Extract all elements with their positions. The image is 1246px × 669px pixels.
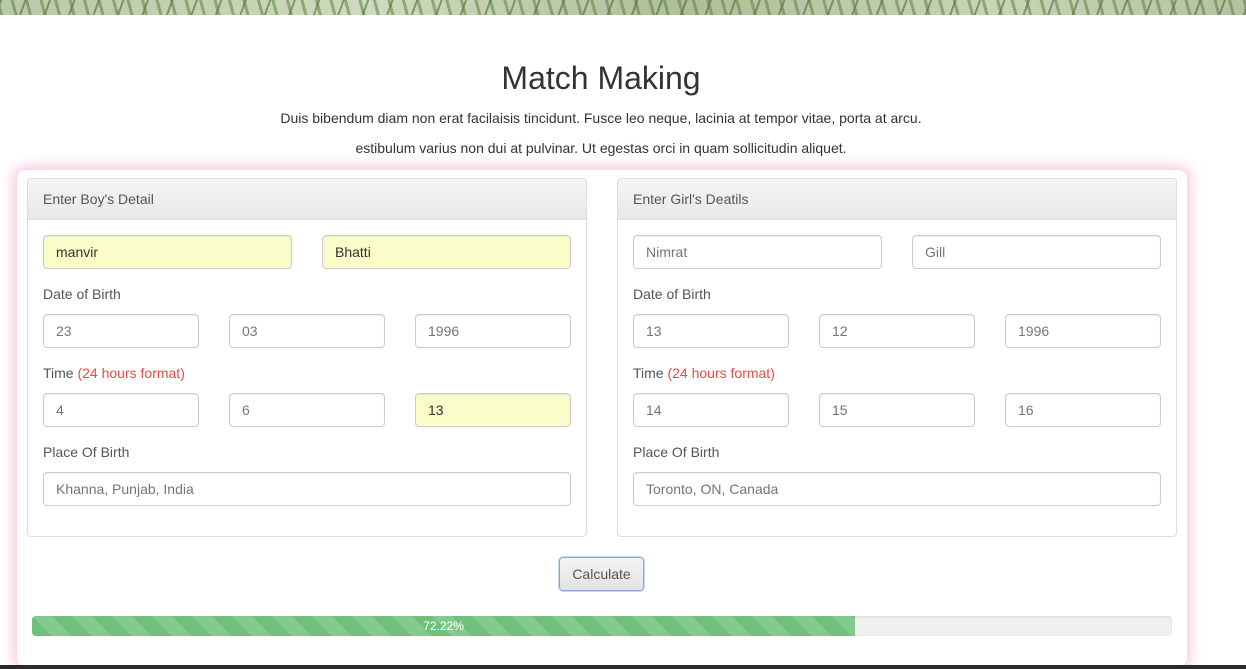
girl-dob-year-input[interactable] <box>1005 314 1161 348</box>
bottom-edge-strip <box>0 665 1246 669</box>
boy-time-minute-input[interactable] <box>229 393 385 427</box>
boy-details-panel: Enter Boy's Detail Date of Birth Time (2… <box>27 178 587 537</box>
page-description-line-2: estibulum varius non dui at pulvinar. Ut… <box>355 140 847 156</box>
girl-place-label: Place Of Birth <box>633 444 720 460</box>
header-banner-image <box>0 0 1246 15</box>
page-description-line-1: Duis bibendum diam non erat facilaisis t… <box>280 110 922 126</box>
boy-dob-month-input[interactable] <box>229 314 385 348</box>
girl-time-second-input[interactable] <box>1005 393 1161 427</box>
girl-last-name-input[interactable] <box>912 235 1161 269</box>
boy-dob-label: Date of Birth <box>43 286 121 302</box>
boy-time-hour-input[interactable] <box>43 393 199 427</box>
boy-time-format-hint: (24 hours format) <box>77 365 185 381</box>
boy-last-name-input[interactable] <box>322 235 571 269</box>
boy-time-label-text: Time <box>43 365 74 381</box>
boy-first-name-input[interactable] <box>43 235 292 269</box>
girl-time-minute-input[interactable] <box>819 393 975 427</box>
match-progress-fill: 72.22% <box>32 616 856 636</box>
boy-time-label: Time (24 hours format) <box>43 365 185 381</box>
girl-dob-day-input[interactable] <box>633 314 789 348</box>
girl-panel-heading: Enter Girl's Deatils <box>618 179 1176 220</box>
girl-time-label-text: Time <box>633 365 664 381</box>
girl-first-name-input[interactable] <box>633 235 882 269</box>
girl-time-hour-input[interactable] <box>633 393 789 427</box>
girl-time-label: Time (24 hours format) <box>633 365 775 381</box>
boy-dob-year-input[interactable] <box>415 314 571 348</box>
girl-dob-month-input[interactable] <box>819 314 975 348</box>
girl-place-of-birth-input[interactable] <box>633 472 1161 506</box>
boy-place-of-birth-input[interactable] <box>43 472 571 506</box>
girl-details-panel: Enter Girl's Deatils Date of Birth Time … <box>617 178 1177 537</box>
match-progress-bar: 72.22% <box>32 616 1172 636</box>
page-title: Match Making <box>501 60 701 96</box>
boy-dob-day-input[interactable] <box>43 314 199 348</box>
girl-time-format-hint: (24 hours format) <box>667 365 775 381</box>
calculate-button[interactable]: Calculate <box>559 557 644 591</box>
boy-panel-heading: Enter Boy's Detail <box>28 179 586 220</box>
girl-dob-label: Date of Birth <box>633 286 711 302</box>
boy-place-label: Place Of Birth <box>43 444 130 460</box>
boy-time-second-input[interactable] <box>415 393 571 427</box>
